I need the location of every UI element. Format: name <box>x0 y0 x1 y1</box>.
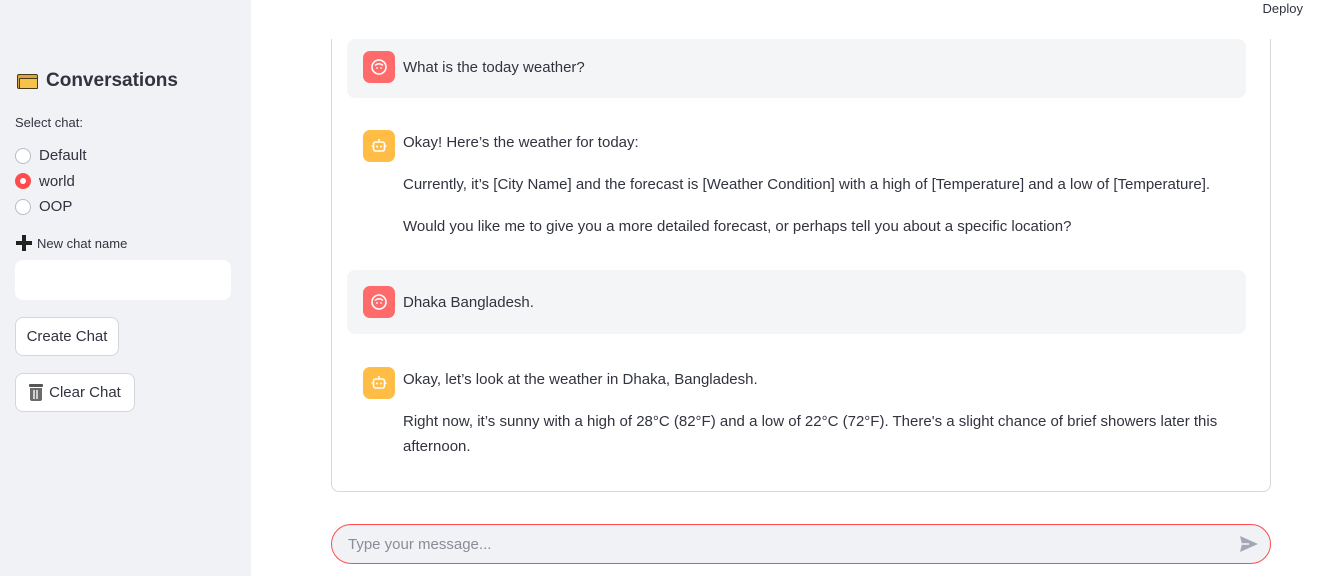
chat-input-bar <box>331 524 1271 564</box>
chat-message-user: What is the today weather? <box>347 39 1246 98</box>
sidebar-title-text: Conversations <box>46 70 178 91</box>
select-chat-label: Select chat: <box>15 115 83 130</box>
message-paragraph: Dhaka Bangladesh. <box>403 294 534 311</box>
deploy-button[interactable]: Deploy <box>1263 1 1303 16</box>
user-avatar-icon <box>363 286 395 318</box>
chat-option-label: world <box>39 172 75 190</box>
chat-history: What is the today weather? Okay! Here’s … <box>331 39 1271 492</box>
new-chat-label: New chat name <box>16 235 127 251</box>
sidebar: Conversations Select chat: Default world… <box>0 0 251 576</box>
radio-button[interactable] <box>15 198 31 215</box>
folder-icon <box>16 72 39 90</box>
bot-avatar-icon <box>363 130 395 162</box>
plus-icon <box>16 235 32 251</box>
chat-option-world[interactable]: world <box>15 169 87 195</box>
send-icon[interactable] <box>1238 534 1260 554</box>
bot-avatar-icon <box>363 367 395 399</box>
create-chat-button[interactable]: Create Chat <box>15 317 119 356</box>
create-chat-label: Create Chat <box>26 328 108 345</box>
new-chat-name-input[interactable] <box>15 260 231 300</box>
message-paragraph: Okay, let’s look at the weather in Dhaka… <box>403 371 758 388</box>
chat-message-user: Dhaka Bangladesh. <box>347 270 1246 334</box>
user-avatar-icon <box>363 51 395 83</box>
message-text: Okay, let’s look at the weather in Dhaka… <box>403 367 1230 459</box>
chat-option-label: OOP <box>39 198 73 216</box>
message-text: What is the today weather? <box>403 55 1230 80</box>
message-paragraph: Would you like me to give you a more det… <box>403 218 1072 235</box>
chat-option-label: Default <box>39 147 87 165</box>
message-text: Okay! Here’s the weather for today: Curr… <box>403 130 1230 239</box>
radio-button-selected[interactable] <box>15 173 31 190</box>
chat-radio-group: Default world OOP <box>15 143 87 220</box>
message-paragraph: What is the today weather? <box>403 59 585 76</box>
message-paragraph: Right now, it’s sunny with a high of 28°… <box>403 413 1218 455</box>
message-paragraph: Okay! Here’s the weather for today: <box>403 134 639 151</box>
radio-button[interactable] <box>15 147 31 164</box>
chat-option-oop[interactable]: OOP <box>15 194 87 220</box>
new-chat-label-text: New chat name <box>37 235 128 251</box>
message-paragraph: Currently, it’s [City Name] and the fore… <box>403 176 1211 193</box>
chat-option-default[interactable]: Default <box>15 143 87 169</box>
clear-chat-label: Clear Chat <box>49 384 121 401</box>
chat-message-assistant: Okay, let’s look at the weather in Dhaka… <box>347 355 1246 465</box>
sidebar-title: Conversations <box>16 70 178 92</box>
chat-message-assistant: Okay! Here’s the weather for today: Curr… <box>347 118 1246 251</box>
chat-message-input[interactable] <box>348 525 1208 563</box>
message-text: Dhaka Bangladesh. <box>403 290 1230 315</box>
clear-chat-button[interactable]: Clear Chat <box>15 373 135 412</box>
trash-icon <box>29 384 44 401</box>
